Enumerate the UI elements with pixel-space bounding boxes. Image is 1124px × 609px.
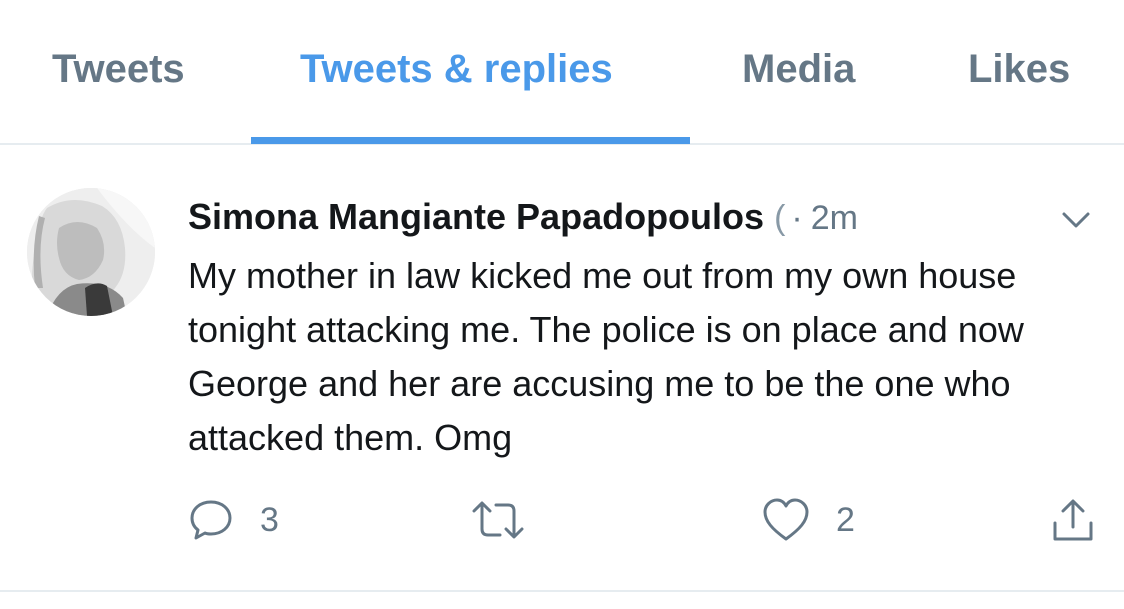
tab-tweets-and-replies[interactable]: Tweets & replies (300, 44, 613, 94)
reply-button[interactable]: 3 (188, 495, 279, 545)
tab-likes[interactable]: Likes (968, 44, 1070, 94)
author-name[interactable]: Simona Mangiante Papadopoulos (188, 196, 764, 237)
active-tab-indicator (251, 137, 690, 144)
retweet-icon (472, 501, 524, 539)
tweet-header: Simona Mangiante Papadopoulos (· 2m (188, 195, 858, 239)
share-icon (1053, 499, 1093, 541)
reply-icon (190, 500, 232, 540)
like-button[interactable]: 2 (762, 495, 855, 545)
profile-tab-bar: Tweets Tweets & replies Media Likes (0, 0, 1124, 145)
avatar[interactable] (27, 188, 155, 316)
tweet-divider (0, 590, 1124, 592)
tweet-text: My mother in law kicked me out from my o… (188, 255, 1024, 458)
tweet-timestamp[interactable]: 2m (811, 199, 858, 237)
chevron-down-icon (1062, 212, 1090, 228)
tweet-actions: 3 2 (0, 495, 1124, 545)
separator-dot: · (791, 199, 803, 237)
share-button[interactable] (1050, 495, 1096, 545)
author-handle[interactable]: ( (774, 199, 785, 237)
reply-count: 3 (260, 500, 279, 539)
tweet[interactable]: Simona Mangiante Papadopoulos (· 2m My mot… (0, 145, 1124, 591)
more-options-button[interactable] (1058, 202, 1094, 238)
tab-media[interactable]: Media (742, 44, 855, 94)
tab-tweets[interactable]: Tweets (52, 44, 185, 94)
retweet-button[interactable] (470, 495, 552, 545)
avatar-photo (27, 188, 155, 316)
like-count: 2 (836, 500, 855, 539)
heart-icon (763, 498, 809, 541)
